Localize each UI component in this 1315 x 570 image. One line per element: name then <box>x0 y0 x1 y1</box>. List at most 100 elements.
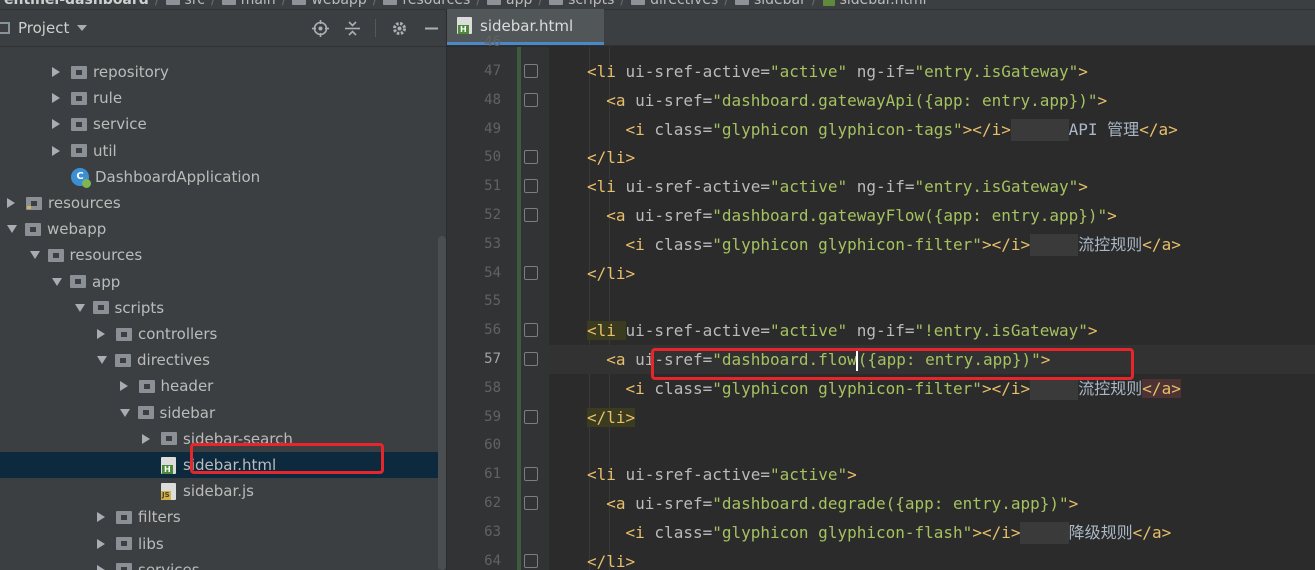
chevron-down-icon[interactable] <box>77 25 88 31</box>
tree-item[interactable]: filters <box>0 504 438 530</box>
code-line[interactable]: <li ui-sref-active="active"> <box>549 460 1315 489</box>
fold-marker-icon[interactable] <box>524 553 538 568</box>
project-view-icon <box>0 22 10 34</box>
line-number: 55 <box>484 293 501 310</box>
fold-marker-icon[interactable] <box>524 496 538 510</box>
expand-arrow-down-icon[interactable] <box>74 303 85 312</box>
expand-arrow-down-icon[interactable] <box>7 225 17 234</box>
tree-item-label: DashboardApplication <box>95 167 261 186</box>
expand-arrow-right-icon[interactable] <box>52 145 60 156</box>
tree-item[interactable]: sidebar <box>0 400 438 426</box>
expand-arrow-right-icon[interactable] <box>97 329 105 339</box>
line-number: 59 <box>484 408 501 425</box>
tree-item[interactable]: app <box>0 269 438 295</box>
tree-item[interactable]: header <box>0 373 438 399</box>
tree-item[interactable]: service <box>0 111 438 137</box>
fold-marker-icon[interactable] <box>524 265 538 280</box>
breadcrumb-item[interactable]: / sidebar <box>718 0 806 8</box>
code-line[interactable]: <li ui-sref-active="active" ng-if="entry… <box>549 172 1315 201</box>
expand-arrow-right-icon[interactable] <box>97 538 105 549</box>
expand-arrow-right-icon[interactable] <box>7 198 15 208</box>
fold-marker-icon[interactable] <box>524 64 538 78</box>
folder-icon <box>221 0 236 5</box>
code-line[interactable]: <a ui-sref="dashboard.gatewayFlow({app: … <box>549 201 1315 230</box>
code-line[interactable] <box>549 287 1315 316</box>
fold-marker-icon[interactable] <box>524 92 538 107</box>
expand-arrow-down-icon[interactable] <box>29 251 40 260</box>
tree-item[interactable]: sidebar.js <box>0 478 438 504</box>
fold-marker-icon[interactable] <box>524 150 538 165</box>
expand-arrow-right-icon[interactable] <box>52 67 60 77</box>
tree-item[interactable]: repository <box>0 59 438 85</box>
folder-icon <box>165 0 180 5</box>
code-line[interactable]: </li> <box>549 259 1315 288</box>
highlight-box-flow-link <box>651 348 1134 380</box>
expand-arrow-down-icon[interactable] <box>119 408 130 417</box>
breadcrumb-item[interactable]: / src <box>149 0 205 8</box>
breadcrumb-item[interactable]: / webapp <box>276 0 367 8</box>
line-number: 51 <box>484 178 501 195</box>
tree-item[interactable]: webapp <box>0 216 438 242</box>
gear-icon[interactable] <box>390 19 408 37</box>
fold-marker-icon[interactable] <box>524 467 538 482</box>
expand-arrow-right-icon[interactable] <box>97 564 105 570</box>
code-token-tag: </li> <box>587 407 636 427</box>
breadcrumb-item[interactable]: / sidebar.html <box>806 0 927 8</box>
tree-item[interactable]: rule <box>0 85 438 111</box>
expand-arrow-right-icon[interactable] <box>52 93 60 104</box>
breadcrumb-item[interactable]: / app <box>470 0 532 8</box>
expand-arrow-right-icon[interactable] <box>119 381 128 392</box>
breadcrumb-item[interactable]: / directives <box>614 0 718 8</box>
code-line[interactable] <box>549 431 1315 460</box>
fold-marker-icon[interactable] <box>524 352 538 366</box>
project-panel-title[interactable]: Project <box>18 19 69 37</box>
tree-item-label: repository <box>93 63 169 81</box>
vcs-change-marker[interactable] <box>517 47 521 570</box>
code-line[interactable]: <a ui-sref="dashboard.gatewayApi({app: e… <box>549 86 1315 115</box>
breadcrumb-item[interactable]: / main <box>205 0 276 8</box>
code-line[interactable]: <i class="glyphicon glyphicon-filter"></… <box>549 230 1315 259</box>
expand-arrow-down-icon[interactable] <box>52 277 62 286</box>
tree-item[interactable]: directives <box>0 347 438 373</box>
tree-item[interactable]: resources <box>0 242 438 268</box>
tree-item[interactable]: controllers <box>0 321 438 347</box>
code-line[interactable]: </li> <box>549 143 1315 172</box>
expand-arrow-right-icon[interactable] <box>142 433 150 444</box>
minimize-icon[interactable] <box>422 19 440 37</box>
tree-item[interactable]: scripts <box>0 295 438 321</box>
code-line[interactable]: <li ui-sref-active="active" ng-if="entry… <box>549 57 1315 86</box>
expand-arrow-down-icon[interactable] <box>97 356 107 365</box>
folder-icon <box>25 222 41 236</box>
code-line[interactable]: <li ui-sref-active="active" ng-if="!entr… <box>549 316 1315 345</box>
breadcrumb-item[interactable]: entinel-dashboard <box>0 0 149 8</box>
expand-arrow-right-icon[interactable] <box>52 119 60 130</box>
tree-item[interactable]: resources <box>0 190 438 216</box>
code-token-attr: ui-sref-active= <box>625 177 771 197</box>
locate-target-icon[interactable] <box>311 19 329 37</box>
fold-marker-icon[interactable] <box>524 409 538 424</box>
tree-item[interactable]: util <box>0 138 438 164</box>
collapse-all-icon[interactable] <box>343 19 361 37</box>
code-line[interactable]: <i class="glyphicon glyphicon-tags"></i>… <box>549 115 1315 144</box>
expand-arrow-right-icon[interactable] <box>97 512 105 523</box>
code-line[interactable]: <i class="glyphicon glyphicon-flash"></i… <box>549 518 1315 547</box>
breadcrumb-item[interactable]: / scripts <box>532 0 614 8</box>
code-token-tag: > <box>847 465 857 485</box>
tree-item-label: util <box>93 141 117 160</box>
code-token-txt: 降级规则 <box>1068 522 1133 542</box>
project-scrollbar[interactable] <box>438 236 446 570</box>
code-token-tag: </a> <box>1142 378 1181 398</box>
tree-item[interactable]: C DashboardApplication <box>0 164 438 190</box>
tree-item[interactable]: libs <box>0 531 438 557</box>
tree-item-label: libs <box>138 534 164 553</box>
fold-marker-icon[interactable] <box>524 323 538 338</box>
breadcrumb-label: scripts <box>568 0 614 8</box>
code-line[interactable]: </li> <box>549 403 1315 432</box>
code-area[interactable]: 46 47 <li ui-sref-active="active" ng-if="e… <box>447 34 1315 570</box>
fold-marker-icon[interactable] <box>524 179 538 194</box>
breadcrumb-item[interactable]: / resources <box>367 0 470 8</box>
code-line[interactable]: </li> <box>549 547 1315 570</box>
code-line[interactable]: <a ui-sref="dashboard.degrade({app: entr… <box>549 489 1315 518</box>
tree-item[interactable]: services <box>0 557 438 570</box>
fold-marker-icon[interactable] <box>524 208 538 222</box>
